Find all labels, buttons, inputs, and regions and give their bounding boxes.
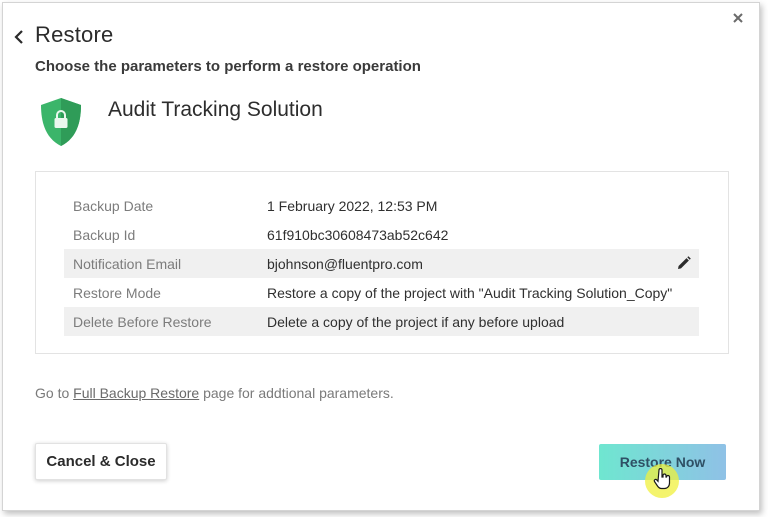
param-label: Notification Email: [73, 255, 182, 272]
param-label: Backup Date: [73, 197, 154, 214]
parameters-table: Backup Date 1 February 2022, 12:53 PM Ba…: [64, 191, 699, 336]
pencil-icon[interactable]: [677, 256, 691, 270]
param-value: 1 February 2022, 12:53 PM: [267, 197, 438, 214]
param-value: Restore a copy of the project with "Audi…: [267, 284, 673, 301]
dialog-title: Restore: [35, 22, 114, 47]
full-backup-restore-link[interactable]: Full Backup Restore: [73, 385, 199, 401]
param-label: Restore Mode: [73, 284, 161, 301]
param-value: Delete a copy of the project if any befo…: [267, 313, 565, 330]
param-row-delete-before-restore: Delete Before Restore Delete a copy of t…: [64, 307, 699, 336]
param-value: 61f910bc30608473ab52c642: [267, 226, 449, 243]
project-name: Audit Tracking Solution: [108, 98, 323, 121]
param-row-notification-email: Notification Email bjohnson@fluentpro.co…: [64, 249, 699, 278]
chevron-left-icon[interactable]: [12, 28, 26, 46]
footer-suffix: page for addtional parameters.: [199, 385, 394, 401]
parameters-panel: Backup Date 1 February 2022, 12:53 PM Ba…: [35, 171, 729, 354]
param-row-backup-id: Backup Id 61f910bc30608473ab52c642: [64, 220, 699, 249]
shield-lock-icon: [41, 98, 81, 146]
param-value: bjohnson@fluentpro.com: [267, 255, 423, 272]
param-row-restore-mode: Restore Mode Restore a copy of the proje…: [64, 278, 699, 307]
cancel-close-button[interactable]: Cancel & Close: [35, 443, 167, 480]
close-icon[interactable]: [731, 11, 745, 25]
dialog-subtitle: Choose the parameters to perform a resto…: [35, 58, 421, 75]
param-row-backup-date: Backup Date 1 February 2022, 12:53 PM: [64, 191, 699, 220]
restore-now-button[interactable]: Restore Now: [599, 444, 726, 480]
restore-dialog: Restore Choose the parameters to perform…: [2, 2, 760, 511]
footer-prefix: Go to: [35, 385, 74, 401]
param-label: Backup Id: [73, 226, 136, 243]
param-label: Delete Before Restore: [73, 313, 212, 330]
footer-note: Go to Full Backup Restore page for addti…: [35, 385, 394, 401]
